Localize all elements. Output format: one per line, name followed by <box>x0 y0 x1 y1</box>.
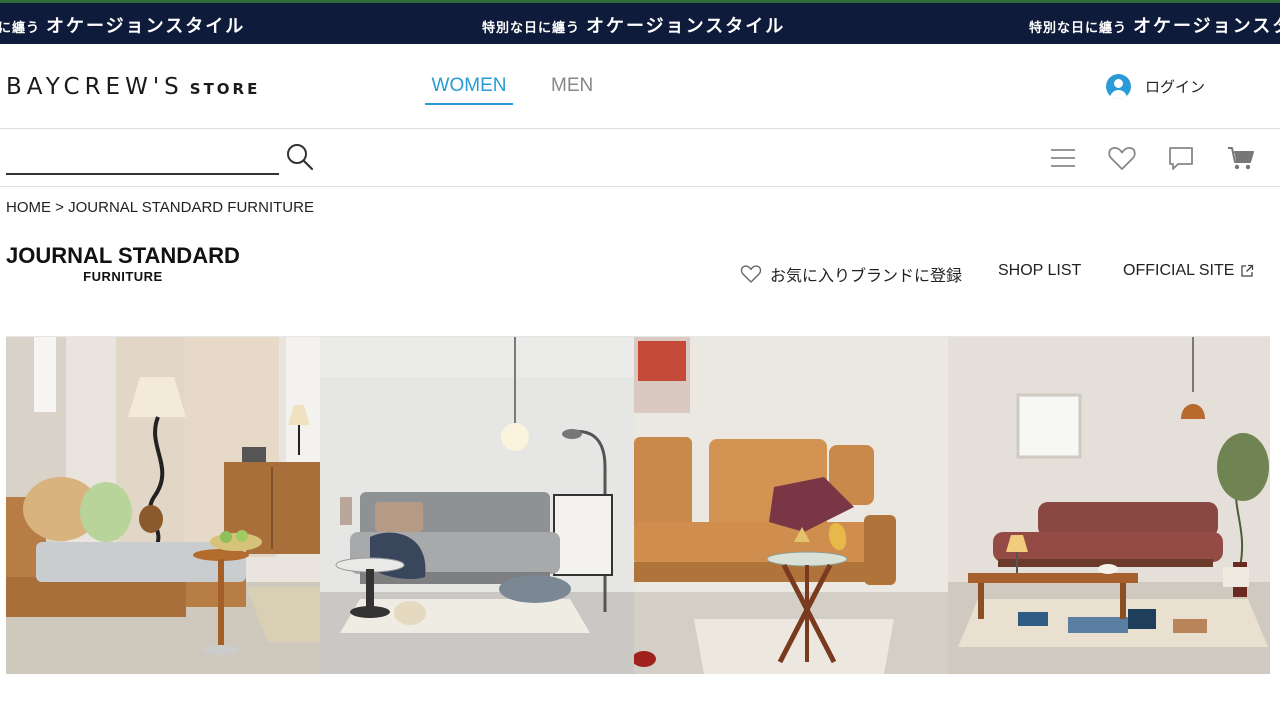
brand-logo: JOURNAL STANDARD FURNITURE <box>6 244 240 286</box>
brand-logo-line2: FURNITURE <box>83 269 163 284</box>
site-logo[interactable]: BAYCREW'S STORE <box>6 74 260 100</box>
breadcrumb-home[interactable]: HOME <box>6 199 51 216</box>
chat-icon[interactable] <box>1166 143 1196 173</box>
banner-item-small-text: 特別な日に纏う <box>482 21 581 36</box>
banner-item[interactable]: 特別な日に纏うオケージョンスタイル <box>482 12 785 38</box>
banner-item-title: オケージョンスタイル <box>46 16 246 37</box>
banner-item-small-text: に纏う <box>0 21 41 36</box>
banner-item[interactable]: に纏う オケージョンスタイル <box>0 12 245 38</box>
hero-image[interactable] <box>6 336 1270 674</box>
favorite-brand-button[interactable]: お気に入りブランドに登録 <box>740 262 962 286</box>
user-icon <box>1106 74 1131 99</box>
hero-photo-2 <box>320 337 634 674</box>
favorite-brand-label: お気に入りブランドに登録 <box>770 268 963 285</box>
search-icon[interactable] <box>285 142 315 172</box>
banner-item[interactable]: 特別な日に纏うオケージョンスタイル <box>1029 12 1280 38</box>
tab-men[interactable]: MEN <box>551 75 593 97</box>
hero-photo-4 <box>948 337 1270 674</box>
promo-banner[interactable]: に纏う オケージョンスタイル 特別な日に纏う オケージョンスタイル 特別な日に纏うオ… <box>0 0 1280 44</box>
heart-icon[interactable] <box>1107 143 1137 173</box>
breadcrumb-separator: > <box>55 199 64 216</box>
external-link-icon <box>1241 264 1254 277</box>
banner-item-small-text: 特別な日に纏う <box>1029 21 1128 36</box>
official-site-link[interactable]: OFFICIAL SITE <box>1123 262 1254 280</box>
login-label: ログイン <box>1145 78 1206 96</box>
shop-list-link[interactable]: SHOP LIST <box>998 262 1081 280</box>
hero-photo-1 <box>6 337 320 674</box>
menu-icon[interactable] <box>1048 143 1078 173</box>
tab-women[interactable]: WOMEN <box>425 75 513 105</box>
logo-main-text: BAYCREW'S <box>6 74 184 100</box>
search-input[interactable] <box>6 143 279 175</box>
banner-item-title: オケージョンスタイル <box>1133 16 1280 37</box>
official-site-label: OFFICIAL SITE <box>1123 262 1235 279</box>
toolbar <box>0 129 1280 187</box>
banner-item-title: オケージョンスタイル <box>586 16 786 37</box>
breadcrumb: HOME > JOURNAL STANDARD FURNITURE <box>6 199 314 216</box>
login-button[interactable]: ログイン <box>1106 74 1205 99</box>
heart-outline-icon <box>740 265 762 283</box>
hero-photo-3 <box>634 337 948 674</box>
logo-sub-text: STORE <box>189 80 261 98</box>
brand-logo-line1: JOURNAL STANDARD <box>6 243 240 268</box>
breadcrumb-current: JOURNAL STANDARD FURNITURE <box>68 199 314 216</box>
site-header: BAYCREW'S STORE WOMEN MEN ログイン <box>0 44 1280 129</box>
cart-icon[interactable] <box>1226 143 1256 173</box>
